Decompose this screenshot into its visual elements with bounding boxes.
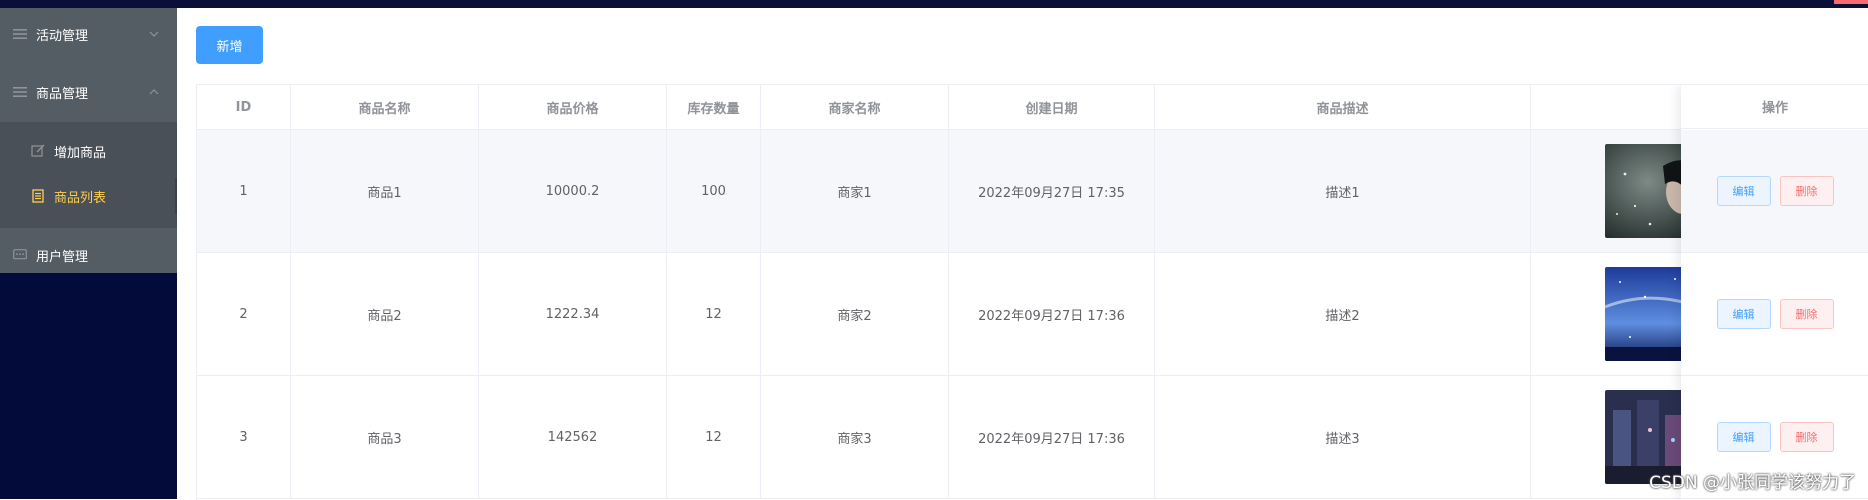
cell-stock: 100 — [667, 130, 761, 252]
delete-button[interactable]: 删除 — [1779, 299, 1834, 329]
sidebar-subitem-label: 商品列表 — [54, 190, 107, 206]
cell-name: 商品1 — [291, 130, 479, 252]
cell-date: 2022年09月27日 17:36 — [949, 253, 1155, 375]
message-icon — [12, 247, 28, 263]
document-icon — [30, 188, 46, 204]
cell-id: 2 — [197, 253, 291, 375]
cell-stock: 12 — [667, 253, 761, 375]
chevron-down-icon — [149, 28, 159, 38]
delete-button[interactable]: 删除 — [1779, 422, 1834, 452]
edit-button[interactable]: 编辑 — [1716, 422, 1771, 452]
header-id: ID — [197, 85, 291, 129]
cell-name: 商品2 — [291, 253, 479, 375]
cell-name: 商品3 — [291, 376, 479, 498]
sidebar-item-activity[interactable]: 活动管理 — [0, 8, 177, 60]
sidebar-subitem-add-product[interactable]: 增加商品 — [0, 129, 177, 173]
delete-button[interactable]: 删除 — [1779, 176, 1834, 206]
product-table: ID 商品名称 商品价格 库存数量 商家名称 创建日期 商品描述 封面 1 商品… — [196, 84, 1868, 500]
cell-merchant: 商家3 — [761, 376, 949, 498]
chevron-up-icon — [149, 86, 159, 96]
sidebar-subitem-product-list[interactable]: 商品列表 — [0, 174, 177, 218]
cell-desc: 描述1 — [1155, 130, 1531, 252]
sidebar-item-label: 用户管理 — [36, 249, 89, 265]
sidebar-item-label: 商品管理 — [36, 86, 89, 102]
menu-icon — [12, 26, 28, 42]
header-merchant: 商家名称 — [761, 85, 949, 129]
cell-merchant: 商家2 — [761, 253, 949, 375]
table-header: ID 商品名称 商品价格 库存数量 商家名称 创建日期 商品描述 封面 — [197, 85, 1868, 130]
cell-id: 1 — [197, 130, 291, 252]
top-bar-accent — [1834, 0, 1868, 4]
main-content: 新增 ID 商品名称 商品价格 库存数量 商家名称 创建日期 商品描述 封面 1… — [177, 8, 1868, 500]
cell-date: 2022年09月27日 17:35 — [949, 130, 1155, 252]
table-row: 1 商品1 10000.2 100 商家1 2022年09月27日 17:35 … — [197, 130, 1868, 253]
add-button[interactable]: 新增 — [196, 26, 263, 64]
cell-merchant: 商家1 — [761, 130, 949, 252]
cell-price: 142562 — [479, 376, 667, 498]
header-name: 商品名称 — [291, 85, 479, 129]
menu-icon — [12, 84, 28, 100]
operations-column: 操作 编辑 删除 编辑 删除 编辑 删除 — [1681, 85, 1868, 500]
cell-id: 3 — [197, 376, 291, 498]
header-actions: 操作 — [1681, 85, 1868, 129]
cell-stock: 12 — [667, 376, 761, 498]
products-submenu: 增加商品 商品列表 — [0, 122, 177, 228]
header-price: 商品价格 — [479, 85, 667, 129]
edit-button[interactable]: 编辑 — [1716, 176, 1771, 206]
cell-date: 2022年09月27日 17:36 — [949, 376, 1155, 498]
header-stock: 库存数量 — [667, 85, 761, 129]
cell-price: 10000.2 — [479, 130, 667, 252]
cell-price: 1222.34 — [479, 253, 667, 375]
edit-icon — [30, 143, 46, 159]
header-desc: 商品描述 — [1155, 85, 1531, 129]
watermark: CSDN @小张同学该努力了 — [1649, 473, 1856, 493]
sidebar-item-users[interactable]: 用户管理 — [0, 229, 177, 281]
sidebar-item-products[interactable]: 商品管理 — [0, 66, 177, 118]
table-row: 3 商品3 142562 12 商家3 2022年09月27日 17:36 描述… — [197, 376, 1868, 499]
edit-button[interactable]: 编辑 — [1716, 299, 1771, 329]
sidebar-subitem-label: 增加商品 — [54, 145, 107, 161]
actions-cell: 编辑 删除 — [1681, 130, 1868, 253]
sidebar-item-label: 活动管理 — [36, 28, 89, 44]
table-row: 2 商品2 1222.34 12 商家2 2022年09月27日 17:36 描… — [197, 253, 1868, 376]
cell-desc: 描述3 — [1155, 376, 1531, 498]
cell-desc: 描述2 — [1155, 253, 1531, 375]
actions-cell: 编辑 删除 — [1681, 253, 1868, 376]
sidebar: 活动管理 商品管理 增加商品 商品列表 用户管理 — [0, 8, 177, 499]
top-bar — [0, 0, 1868, 8]
sidebar-menu: 活动管理 商品管理 增加商品 商品列表 用户管理 — [0, 8, 177, 273]
header-date: 创建日期 — [949, 85, 1155, 129]
